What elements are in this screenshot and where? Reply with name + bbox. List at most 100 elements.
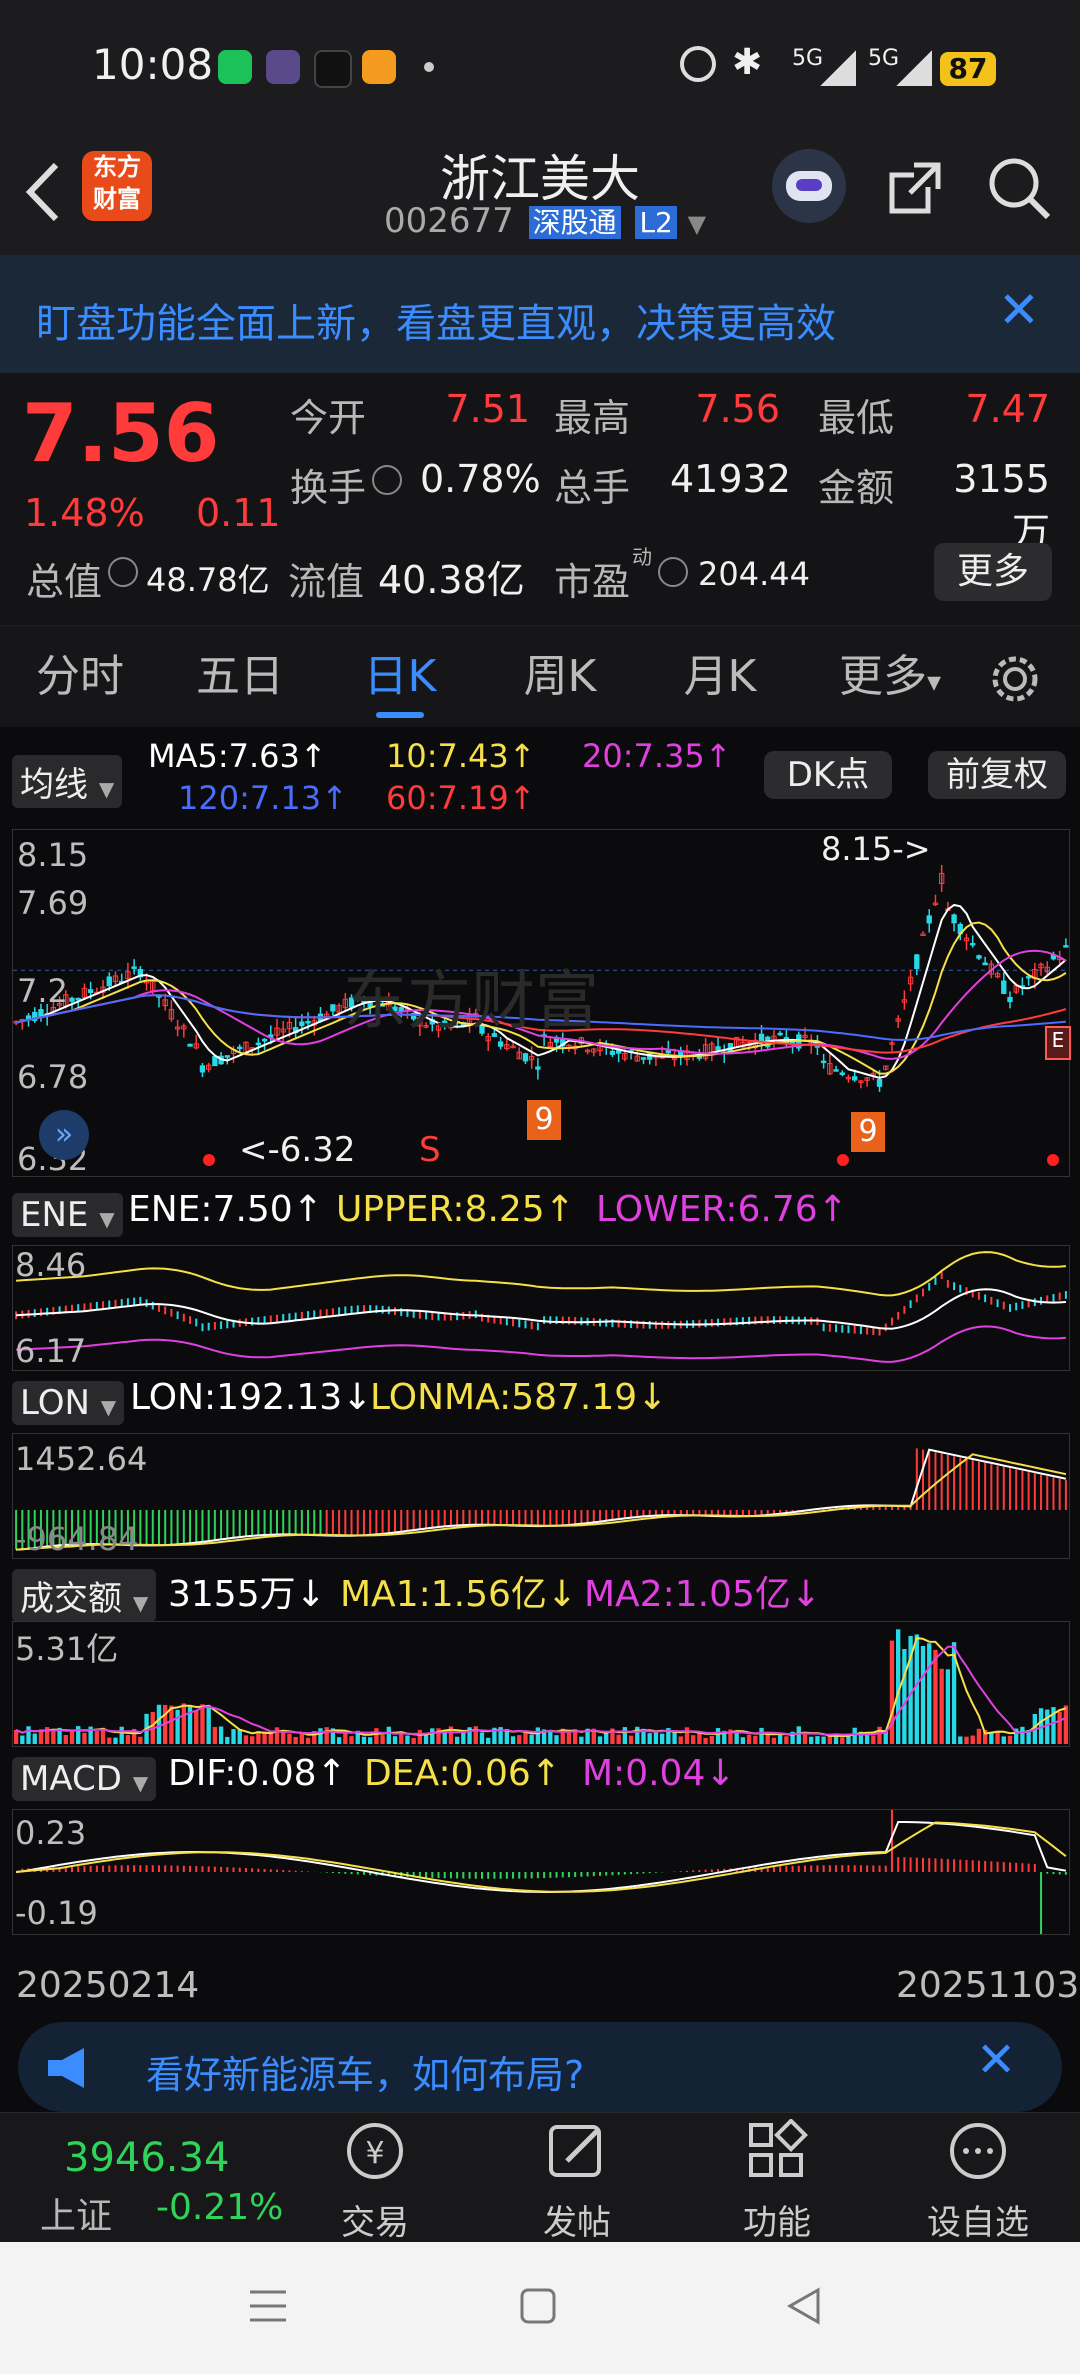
search-icon[interactable] bbox=[986, 155, 1052, 221]
settings-gear-icon[interactable] bbox=[988, 652, 1042, 706]
candle-body bbox=[106, 976, 112, 987]
nav-post[interactable]: 发帖 bbox=[477, 2113, 677, 2243]
tab-4[interactable]: 月K bbox=[660, 626, 780, 728]
volume-bar bbox=[616, 1734, 621, 1744]
volume-bar bbox=[1020, 1726, 1025, 1744]
tab-label-0: 分时 bbox=[36, 651, 124, 702]
volume-bar bbox=[846, 1735, 851, 1744]
volume-bar bbox=[380, 1735, 385, 1744]
banner-text: 盯盘功能全面上新，看盘更直观，决策更高效 bbox=[36, 301, 836, 347]
ene-lower-line bbox=[16, 1325, 1066, 1363]
stock-code-row[interactable]: 002677 深股通 L2 ▼ bbox=[384, 201, 706, 245]
lon-y-bottom: -964.84 bbox=[15, 1520, 139, 1558]
volume-bar bbox=[877, 1726, 882, 1744]
more-dots-icon bbox=[950, 2123, 1006, 2179]
dif-line bbox=[16, 1821, 1067, 1893]
index-quote[interactable]: 3946.34 上证 -0.21% bbox=[40, 2113, 283, 2243]
volume-bar bbox=[94, 1731, 100, 1744]
volume-bar bbox=[411, 1737, 416, 1744]
indicator-select[interactable]: 均线 ▼ bbox=[12, 755, 123, 808]
ene-select[interactable]: ENE ▼ bbox=[12, 1193, 123, 1237]
alarm-icon bbox=[680, 46, 716, 82]
nav-watchlist[interactable]: 设自选 bbox=[878, 2113, 1078, 2243]
volume-bar bbox=[945, 1669, 951, 1744]
close-icon[interactable]: ✕ bbox=[998, 281, 1040, 339]
quote-label-1-0: 换手 bbox=[290, 466, 367, 510]
candle-body bbox=[261, 1038, 268, 1042]
dk-label: DK点 bbox=[786, 755, 870, 795]
ad-bar[interactable]: 看好新能源车，如何布局? ✕ bbox=[18, 2022, 1062, 2112]
chevron-down-icon: ▼ bbox=[687, 210, 707, 238]
ene-panel[interactable]: 8.46 6.17 bbox=[12, 1245, 1070, 1371]
nav-function[interactable]: 功能 bbox=[677, 2113, 877, 2243]
lon-select-label: LON bbox=[20, 1383, 90, 1423]
volume-bar bbox=[796, 1726, 801, 1744]
macd-panel[interactable]: 0.23 -0.19 bbox=[12, 1809, 1070, 1935]
adjust-button[interactable]: 前复权 bbox=[928, 751, 1066, 799]
volume-bar bbox=[274, 1727, 280, 1744]
tab-label-3: 周K bbox=[523, 651, 597, 702]
app-logo[interactable]: 东方 财富 bbox=[82, 151, 152, 221]
expand-arrow-icon[interactable]: » bbox=[39, 1110, 89, 1160]
home-icon[interactable] bbox=[518, 2286, 558, 2326]
volume-bar bbox=[697, 1732, 702, 1744]
tab-1[interactable]: 五日 bbox=[180, 626, 300, 728]
ene-upper-line bbox=[16, 1251, 1066, 1297]
back-icon[interactable] bbox=[22, 159, 62, 225]
volume-bar bbox=[684, 1727, 690, 1744]
dk-point-button[interactable]: DK点 bbox=[764, 751, 892, 799]
ad-close-icon[interactable]: ✕ bbox=[976, 2032, 1016, 2088]
lon-select[interactable]: LON ▼ bbox=[12, 1381, 125, 1425]
lon-panel[interactable]: 1452.64 -964.84 bbox=[12, 1433, 1070, 1559]
volume-bar bbox=[206, 1705, 211, 1744]
tab-0[interactable]: 分时 bbox=[20, 626, 140, 728]
volume-panel[interactable]: 5.31亿 bbox=[12, 1621, 1070, 1747]
volume-bar bbox=[995, 1731, 1000, 1744]
volume-bar bbox=[933, 1649, 938, 1744]
volume-bar bbox=[318, 1728, 323, 1744]
ene-svg bbox=[15, 1251, 1067, 1363]
float-value-label: 流值 bbox=[288, 560, 365, 604]
volume-bar bbox=[554, 1735, 559, 1744]
macd-y-top: 0.23 bbox=[15, 1814, 87, 1852]
signal-icon bbox=[820, 50, 856, 86]
robot-assistant-icon[interactable] bbox=[772, 149, 846, 223]
volume-select[interactable]: 成交额 ▼ bbox=[12, 1569, 157, 1622]
info-icon[interactable] bbox=[108, 557, 138, 587]
tab-2[interactable]: 日K bbox=[340, 626, 460, 728]
lonma-legend: LONMA:587.19↓ bbox=[370, 1377, 668, 1418]
volume-bar bbox=[889, 1640, 895, 1744]
quote-label-0-2: 最低 bbox=[818, 396, 895, 440]
svg-text:¥: ¥ bbox=[365, 2136, 384, 2171]
lonma-line bbox=[16, 1453, 1067, 1551]
candle-body bbox=[914, 954, 920, 969]
main-kline-panel[interactable]: 东方财富 8.15 7.69 7.2 6.78 6.32 8.15-> <-6.… bbox=[12, 829, 1071, 1178]
tiktok-icon bbox=[314, 50, 352, 88]
tab-3[interactable]: 周K bbox=[500, 626, 620, 728]
menu-icon[interactable] bbox=[248, 2286, 288, 2326]
nav-trade[interactable]: ¥ 交易 bbox=[275, 2113, 475, 2243]
kline-chart-area[interactable]: 均线 ▼ MA5:7.63↑ 10:7.43↑ 20:7.35↑ 120:7.1… bbox=[0, 727, 1080, 2017]
network-5g-1: 5G bbox=[792, 46, 824, 71]
volume-bar bbox=[523, 1731, 528, 1744]
volume-bar bbox=[622, 1727, 628, 1744]
share-icon[interactable] bbox=[884, 157, 946, 219]
more-button[interactable]: 更多 bbox=[934, 543, 1052, 601]
candle-body bbox=[187, 1043, 193, 1047]
feature-banner[interactable]: 盯盘功能全面上新，看盘更直观，决策更高效 ✕ bbox=[0, 255, 1080, 373]
pe-info-icon[interactable] bbox=[658, 557, 688, 587]
volume-bar bbox=[125, 1735, 131, 1744]
turnover-info-icon[interactable] bbox=[372, 465, 402, 495]
notification-dot-icon bbox=[424, 62, 434, 72]
tab-5[interactable]: 更多▾ bbox=[820, 626, 960, 728]
macd-select[interactable]: MACD ▼ bbox=[12, 1757, 157, 1801]
back-nav-icon[interactable] bbox=[784, 2286, 824, 2326]
candle-body bbox=[920, 933, 926, 937]
volume-bar bbox=[194, 1710, 199, 1744]
total-value: 48.78亿 bbox=[146, 561, 270, 599]
volume-bar bbox=[399, 1734, 404, 1744]
volume-bar bbox=[920, 1646, 926, 1744]
volume-bar bbox=[287, 1733, 292, 1744]
volume-bar bbox=[113, 1737, 118, 1744]
event-marker-icon[interactable]: E bbox=[1045, 1026, 1071, 1060]
